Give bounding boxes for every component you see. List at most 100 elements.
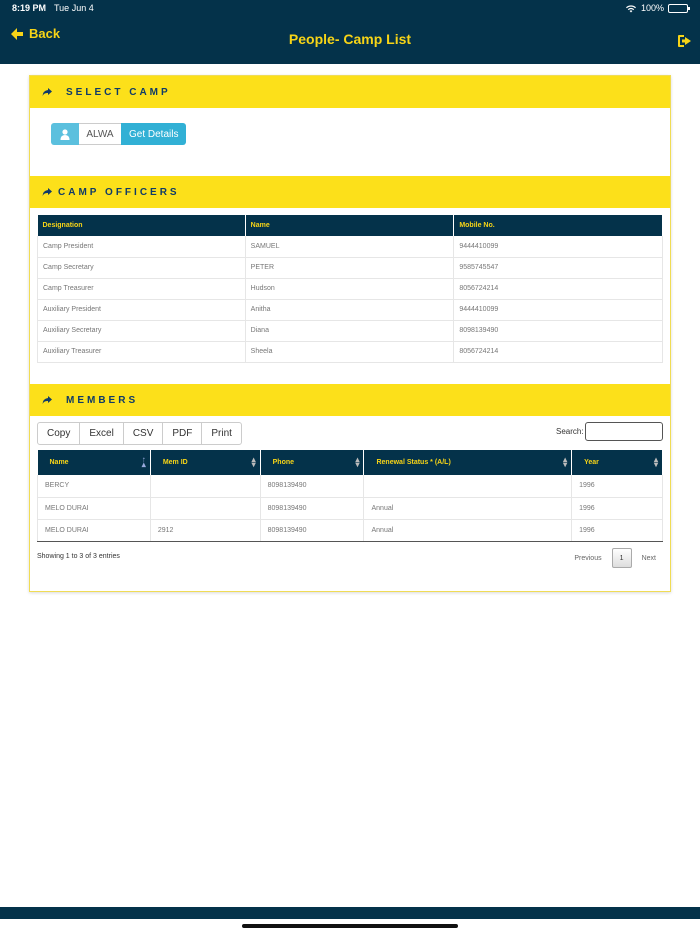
table-cell: Anitha	[245, 299, 455, 321]
table-cell: Hudson	[245, 278, 455, 300]
battery-icon	[668, 3, 690, 13]
table-cell: 8098139490	[453, 320, 663, 342]
table-cell: 1996	[571, 497, 663, 520]
status-bar: 8:19 PM Tue Jun 4 100%	[0, 0, 700, 16]
table-cell: BERCY	[37, 475, 151, 498]
table-row: Camp Secretary PETER 9585745547	[37, 257, 663, 279]
column-header-phone[interactable]: Phone ▴ ▾	[260, 450, 365, 475]
table-cell: 8056724214	[453, 278, 663, 300]
sort-asc-icon: ↑ ▴	[141, 455, 146, 469]
column-header-mem-id[interactable]: Mem ID ▴ ▾	[150, 450, 261, 475]
page-title: People- Camp List	[288, 31, 412, 47]
logout-icon	[678, 35, 691, 47]
page-button[interactable]: 1	[611, 548, 632, 568]
table-cell: Camp Secretary	[37, 257, 246, 279]
column-header-renewal[interactable]: Renewal Status * (A/L) ▴ ▾	[363, 450, 573, 475]
table-row: Auxiliary Secretary Diana 8098139490	[37, 320, 663, 342]
table-cell: 1996	[571, 519, 663, 542]
table-row: MELO DURAI 2912 8098139490 Annual 1996	[37, 519, 663, 542]
sort-icon: ▴ ▾	[563, 455, 568, 469]
table-cell: SAMUEL	[245, 236, 455, 258]
status-time: 8:19 PM	[12, 3, 47, 13]
column-header: Name	[245, 215, 455, 236]
table-cell	[150, 475, 261, 498]
share-icon	[42, 396, 52, 404]
camp-officers-table: Designation Name Mobile No. Camp Preside…	[37, 215, 663, 363]
table-row: Auxiliary President Anitha 9444410099	[37, 299, 663, 321]
table-cell: Annual	[363, 519, 573, 542]
table-cell: 8098139490	[260, 519, 365, 542]
table-cell: 9585745547	[453, 257, 663, 279]
export-buttons: Copy Excel CSV PDF Print	[37, 422, 242, 445]
column-header: Mobile No.	[453, 215, 663, 236]
table-header-row: Designation Name Mobile No.	[37, 215, 663, 236]
table-cell: MELO DURAI	[37, 497, 151, 520]
table-cell: 9444410099	[453, 236, 663, 258]
bottom-bar	[0, 907, 700, 919]
column-header-label: Name	[49, 459, 69, 466]
table-row: BERCY 8098139490 1996	[37, 475, 663, 498]
table-header-row: Name ↑ ▴ Mem ID ▴ ▾ Phone ▴ ▾ Renewal Status *…	[37, 450, 663, 475]
share-icon	[42, 88, 52, 96]
table-row: Camp President SAMUEL 9444410099	[37, 236, 663, 258]
table-cell: PETER	[245, 257, 455, 279]
user-icon	[51, 123, 79, 145]
table-cell: Auxiliary President	[37, 299, 246, 321]
sort-icon: ▴ ▾	[653, 455, 658, 469]
table-cell: Diana	[245, 320, 455, 342]
camp-field[interactable]: ALWA	[79, 123, 121, 145]
select-camp-header: SELECT CAMP	[30, 76, 670, 108]
get-details-button[interactable]: Get Details	[121, 123, 187, 145]
sort-icon: ▴ ▾	[251, 455, 256, 469]
table-cell: 1996	[571, 475, 663, 498]
table-cell: Auxiliary Secretary	[37, 320, 246, 342]
pagination: Previous 1 Next	[574, 548, 656, 568]
pdf-button[interactable]: PDF	[162, 422, 203, 445]
search-input[interactable]	[585, 422, 663, 441]
search-label: Search:	[556, 427, 584, 436]
table-cell: Camp President	[37, 236, 246, 258]
table-row: Auxiliary Treasurer Sheela 8056724214	[37, 341, 663, 363]
logout-button[interactable]	[677, 34, 692, 53]
print-button[interactable]: Print	[201, 422, 242, 445]
table-cell	[363, 475, 573, 498]
table-cell: MELO DURAI	[37, 519, 151, 542]
table-info: Showing 1 to 3 of 3 entries	[37, 553, 120, 560]
battery-percent: 100%	[640, 3, 664, 13]
column-header: Designation	[37, 215, 246, 236]
camp-officers-heading: CAMP OFFICERS	[58, 186, 180, 198]
next-button[interactable]: Next	[642, 555, 656, 562]
table-cell: Auxiliary Treasurer	[37, 341, 246, 363]
table-cell: 8098139490	[260, 497, 365, 520]
status-right: 100%	[625, 3, 690, 13]
table-cell	[150, 497, 261, 520]
table-cell: 8098139490	[260, 475, 365, 498]
table-cell: Camp Treasurer	[37, 278, 246, 300]
column-header-year[interactable]: Year ▴ ▾	[571, 450, 663, 475]
column-header-label: Year	[584, 459, 599, 466]
column-header-name[interactable]: Name ↑ ▴	[37, 450, 151, 475]
table-cell: Sheela	[245, 341, 455, 363]
table-row: MELO DURAI 8098139490 Annual 1996	[37, 497, 663, 520]
sort-icon: ▴ ▾	[355, 455, 360, 469]
select-camp-heading: SELECT CAMP	[66, 86, 171, 98]
table-row: Camp Treasurer Hudson 8056724214	[37, 278, 663, 300]
members-table: Name ↑ ▴ Mem ID ▴ ▾ Phone ▴ ▾ Renewal Status *…	[37, 450, 663, 542]
share-icon	[42, 188, 52, 196]
column-header-label: Renewal Status * (A/L)	[376, 459, 451, 466]
wifi-icon	[625, 4, 636, 12]
nav-bar: Back People- Camp List	[0, 16, 700, 64]
members-heading: MEMBERS	[66, 394, 139, 406]
main-card: SELECT CAMP ALWA Get Details CAMP OFFICE…	[29, 75, 671, 592]
previous-button[interactable]: Previous	[574, 555, 601, 562]
csv-button[interactable]: CSV	[122, 422, 164, 445]
table-cell: 8056724214	[453, 341, 663, 363]
column-header-label: Mem ID	[162, 459, 188, 466]
copy-button[interactable]: Copy	[37, 422, 81, 445]
column-header-label: Phone	[272, 459, 295, 466]
excel-button[interactable]: Excel	[79, 422, 124, 445]
table-cell: 2912	[150, 519, 261, 542]
table-cell: 9444410099	[453, 299, 663, 321]
home-indicator[interactable]	[242, 924, 458, 928]
members-header: MEMBERS	[30, 384, 670, 416]
